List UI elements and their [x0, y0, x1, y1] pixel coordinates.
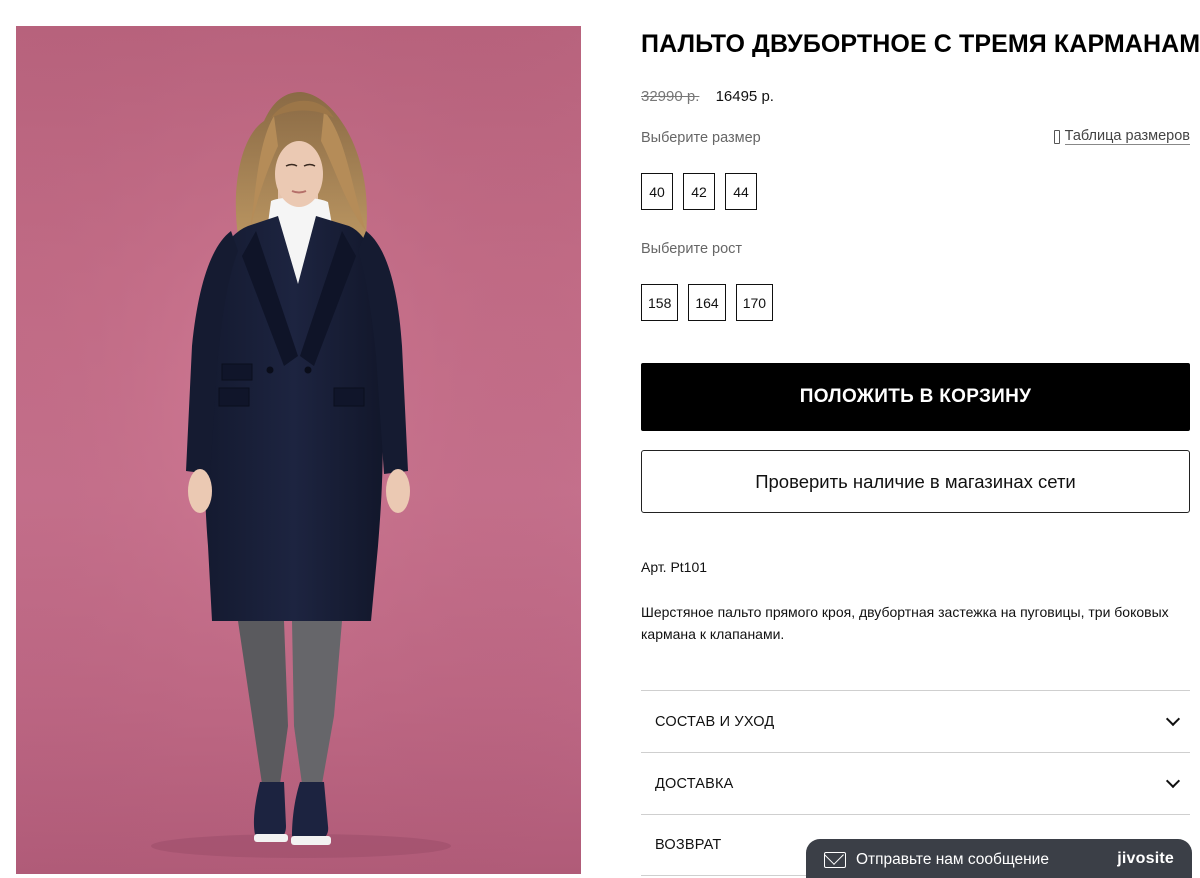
chat-widget-message: Отправьте нам сообщение	[856, 851, 1049, 868]
size-table-label: Таблица размеров	[1064, 128, 1190, 145]
product-title: ПАЛЬТО ДВУБОРТНОЕ С ТРЕМЯ КАРМАНАМИ	[641, 30, 1200, 58]
chat-widget[interactable]: Отправьте нам сообщение jivosite	[806, 839, 1192, 878]
model-illustration	[16, 26, 581, 874]
accordion-composition-care[interactable]: СОСТАВ И УХОД	[641, 690, 1190, 752]
chevron-down-icon	[1165, 711, 1181, 726]
price-block: 32990 р. 16495 р.	[641, 88, 774, 105]
product-description: Шерстяное пальто прямого кроя, двубортна…	[641, 604, 1169, 642]
height-option-170[interactable]: 170	[735, 284, 774, 321]
ruler-icon	[1053, 129, 1060, 144]
current-price: 16495 р.	[715, 88, 774, 105]
old-price: 32990 р.	[641, 88, 700, 105]
size-options: 40 42 44	[641, 173, 757, 210]
size-table-link[interactable]: Таблица размеров	[1053, 128, 1190, 145]
height-options: 158 164 170	[641, 284, 774, 321]
size-label: Выберите размер	[641, 130, 761, 146]
product-photo[interactable]	[16, 26, 581, 874]
add-to-cart-button[interactable]: ПОЛОЖИТЬ В КОРЗИНУ	[641, 363, 1190, 431]
accordion-label: СОСТАВ И УХОД	[655, 713, 775, 730]
check-availability-button[interactable]: Проверить наличие в магазинах сети	[641, 450, 1190, 513]
size-option-42[interactable]: 42	[683, 173, 715, 210]
height-option-158[interactable]: 158	[641, 284, 679, 321]
size-option-44[interactable]: 44	[725, 173, 757, 210]
size-option-40[interactable]: 40	[641, 173, 673, 210]
chevron-down-icon	[1165, 773, 1181, 788]
accordion-delivery[interactable]: ДОСТАВКА	[641, 752, 1190, 814]
chat-widget-brand: jivosite	[1117, 850, 1174, 867]
height-option-164[interactable]: 164	[688, 284, 726, 321]
height-label: Выберите рост	[641, 241, 743, 257]
accordion-label: ВОЗВРАТ	[655, 837, 722, 853]
article-number: Арт. Pt101	[641, 559, 708, 575]
mail-icon	[824, 852, 846, 868]
accordion-label: ДОСТАВКА	[655, 775, 734, 792]
